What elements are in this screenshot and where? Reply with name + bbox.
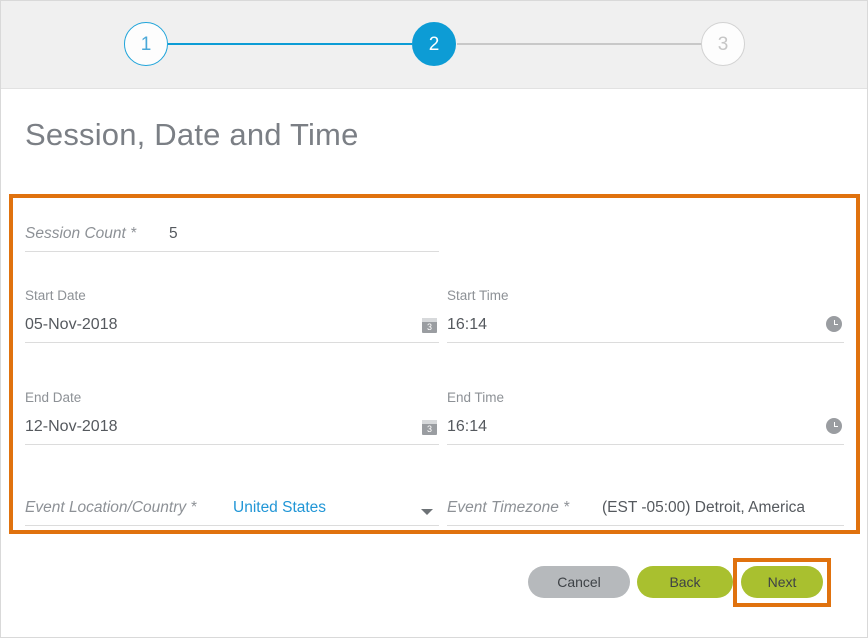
calendar-icon-day: 3: [426, 322, 432, 332]
field-start-date[interactable]: Start Date 05-Nov-2018 3: [25, 288, 439, 343]
calendar-icon[interactable]: 3: [422, 420, 437, 435]
session-date-time-form: Session Count * 5 Start Date 05-Nov-2018…: [9, 194, 860, 534]
clock-icon[interactable]: [826, 316, 842, 332]
cancel-button[interactable]: Cancel: [528, 566, 630, 598]
start-time-value: 16:14: [447, 316, 488, 333]
stepper-connector-1-2: [168, 43, 412, 45]
start-time-label: Start Time: [447, 288, 509, 303]
wizard-page: 1 2 3 Session, Date and Time Session Cou…: [0, 0, 868, 638]
session-count-underline: [25, 251, 439, 252]
event-location-label: Event Location/Country *: [25, 499, 197, 516]
end-date-value: 12-Nov-2018: [25, 418, 118, 435]
stepper-connector-2-3: [457, 43, 702, 45]
end-date-label: End Date: [25, 390, 82, 405]
start-time-underline: [447, 342, 844, 343]
event-timezone-underline: [447, 525, 844, 526]
stepper-track: 1 2 3: [1, 1, 867, 88]
end-time-value: 16:14: [447, 418, 488, 435]
next-button[interactable]: Next: [741, 566, 823, 598]
field-start-time[interactable]: Start Time 16:14: [447, 288, 844, 343]
end-date-underline: [25, 444, 439, 445]
start-date-label: Start Date: [25, 288, 86, 303]
end-time-underline: [447, 444, 844, 445]
field-event-location[interactable]: Event Location/Country * United States: [25, 482, 439, 526]
start-date-underline: [25, 342, 439, 343]
clock-icon[interactable]: [826, 418, 842, 434]
footer-actions: Cancel Back Next: [1, 566, 867, 600]
field-session-count[interactable]: Session Count * 5: [25, 202, 439, 252]
stepper-header: 1 2 3: [1, 1, 867, 89]
event-timezone-label: Event Timezone *: [447, 499, 570, 516]
field-end-time[interactable]: End Time 16:14: [447, 390, 844, 445]
field-end-date[interactable]: End Date 12-Nov-2018 3: [25, 390, 439, 445]
event-location-value: United States: [233, 499, 327, 516]
back-button[interactable]: Back: [637, 566, 733, 598]
calendar-icon[interactable]: 3: [422, 318, 437, 333]
stepper-step-3[interactable]: 3: [701, 22, 745, 66]
field-event-timezone[interactable]: Event Timezone * (EST -05:00) Detroit, A…: [447, 482, 844, 526]
stepper-step-2[interactable]: 2: [412, 22, 456, 66]
chevron-down-icon[interactable]: [421, 509, 433, 515]
page-title: Session, Date and Time: [25, 117, 359, 152]
start-date-value: 05-Nov-2018: [25, 316, 118, 333]
event-timezone-value: (EST -05:00) Detroit, America: [602, 499, 806, 516]
session-count-label: Session Count *: [25, 225, 137, 242]
stepper-step-1[interactable]: 1: [124, 22, 168, 66]
event-location-underline: [25, 525, 439, 526]
calendar-icon-day: 3: [426, 424, 432, 434]
end-time-label: End Time: [447, 390, 505, 405]
session-count-value: 5: [169, 225, 178, 242]
